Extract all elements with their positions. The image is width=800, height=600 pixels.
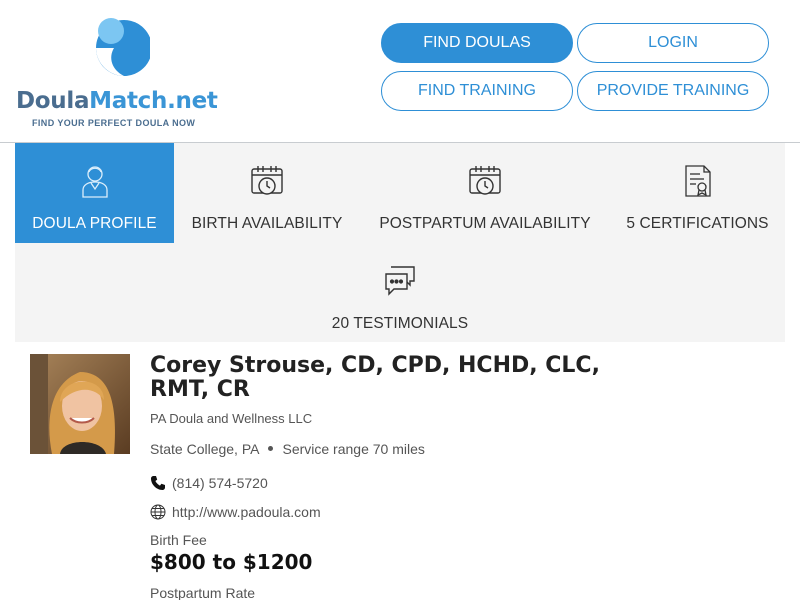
site-header: DoulaMatch.net FIND YOUR PERFECT DOULA N… bbox=[0, 0, 800, 143]
calendar-clock-icon bbox=[469, 166, 501, 195]
chat-bubbles-icon bbox=[385, 266, 415, 296]
separator-dot bbox=[268, 445, 274, 451]
tab-label: POSTPARTUM AVAILABILITY bbox=[379, 215, 591, 232]
doula-organization: PA Doula and Wellness LLC bbox=[150, 411, 313, 426]
doula-location: State College, PA bbox=[150, 441, 260, 457]
website-link[interactable]: http://www.padoula.com bbox=[172, 504, 321, 520]
logo-mark-icon bbox=[96, 18, 150, 76]
profile-avatar bbox=[30, 354, 130, 454]
birth-fee-value: $800 to $1200 bbox=[150, 550, 313, 574]
phone-number[interactable]: (814) 574-5720 bbox=[172, 475, 268, 491]
tab-birth-availability[interactable]: BIRTH AVAILABILITY bbox=[174, 143, 360, 243]
tab-certifications[interactable]: 5 CERTIFICATIONS bbox=[610, 143, 785, 243]
tab-label: BIRTH AVAILABILITY bbox=[191, 215, 343, 232]
calendar-clock-icon bbox=[251, 166, 283, 195]
website-row[interactable]: http://www.padoula.com bbox=[150, 504, 321, 520]
logo-tagline: FIND YOUR PERFECT DOULA NOW bbox=[32, 118, 196, 128]
service-range: Service range 70 miles bbox=[282, 441, 425, 457]
find-doulas-button[interactable]: FIND DOULAS bbox=[381, 23, 573, 63]
doula-location-row: State College, PA Service range 70 miles bbox=[150, 441, 425, 457]
doula-name: Corey Strouse, CD, CPD, HCHD, CLC, RMT, … bbox=[150, 353, 600, 402]
postpartum-rate-label: Postpartum Rate bbox=[150, 585, 256, 600]
tab-label: DOULA PROFILE bbox=[32, 215, 157, 232]
logo-wordmark: DoulaMatch.net bbox=[16, 88, 218, 114]
login-button[interactable]: LOGIN bbox=[577, 23, 769, 63]
find-training-button[interactable]: FIND TRAINING bbox=[381, 71, 573, 111]
person-icon bbox=[81, 166, 108, 198]
phone-icon bbox=[151, 476, 165, 490]
tab-label: 5 CERTIFICATIONS bbox=[626, 215, 769, 232]
birth-fee-label: Birth Fee bbox=[150, 532, 207, 548]
provide-training-button[interactable]: PROVIDE TRAINING bbox=[577, 71, 769, 111]
phone-row[interactable]: (814) 574-5720 bbox=[150, 475, 268, 491]
profile-tabs: DOULA PROFILE BIRTH AVAILABILITY POSTPAR bbox=[15, 143, 785, 342]
tab-label: 20 TESTIMONIALS bbox=[331, 315, 469, 332]
certificate-icon bbox=[684, 165, 711, 197]
globe-icon bbox=[150, 504, 166, 520]
tab-doula-profile[interactable]: DOULA PROFILE bbox=[15, 143, 174, 243]
site-logo[interactable]: DoulaMatch.net FIND YOUR PERFECT DOULA N… bbox=[16, 12, 226, 132]
tab-postpartum-availability[interactable]: POSTPARTUM AVAILABILITY bbox=[360, 143, 610, 243]
tab-testimonials[interactable]: 20 TESTIMONIALS bbox=[300, 243, 500, 343]
avatar-photo bbox=[30, 354, 130, 454]
